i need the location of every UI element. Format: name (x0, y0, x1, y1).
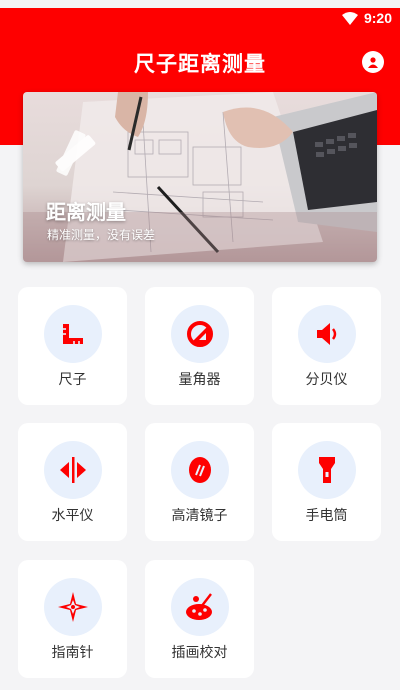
tool-card-decibel[interactable]: 分贝仪 (272, 287, 381, 405)
tool-card-mirror[interactable]: 高清镜子 (145, 423, 254, 541)
mirror-icon (171, 441, 229, 499)
speaker-icon (298, 305, 356, 363)
tool-label: 量角器 (178, 371, 221, 387)
tool-label: 插画校对 (171, 644, 228, 660)
tool-label: 水平仪 (51, 507, 94, 523)
status-time: 9:20 (363, 10, 392, 26)
protractor-icon (171, 305, 229, 363)
tool-label: 尺子 (58, 371, 87, 387)
flashlight-icon (298, 441, 356, 499)
tool-card-level[interactable]: 水平仪 (18, 423, 127, 541)
page-title: 尺子距离测量 (134, 53, 266, 76)
tool-label: 手电筒 (305, 507, 348, 523)
palette-icon (171, 578, 229, 636)
status-bar: 9:20 (341, 10, 392, 26)
level-icon (44, 441, 102, 499)
compass-icon (44, 578, 102, 636)
tool-label: 高清镜子 (171, 507, 228, 523)
tool-label: 分贝仪 (305, 371, 348, 387)
tool-label: 指南针 (51, 644, 94, 660)
user-icon (368, 57, 378, 68)
tool-card-protractor[interactable]: 量角器 (145, 287, 254, 405)
feature-banner[interactable]: 距离测量 精准测量，没有误差 (23, 92, 377, 262)
tool-card-flashlight[interactable]: 手电筒 (272, 423, 381, 541)
wifi-icon (341, 11, 358, 25)
profile-button[interactable] (362, 51, 384, 73)
ruler-icon (44, 305, 102, 363)
banner-title: 距离测量 (46, 202, 126, 224)
banner-subtitle: 精准测量，没有误差 (47, 228, 156, 242)
ruler-pencil-icon (47, 126, 101, 185)
tool-card-illustration-check[interactable]: 插画校对 (145, 560, 254, 678)
tool-card-compass[interactable]: 指南针 (18, 560, 127, 678)
tool-card-ruler[interactable]: 尺子 (18, 287, 127, 405)
